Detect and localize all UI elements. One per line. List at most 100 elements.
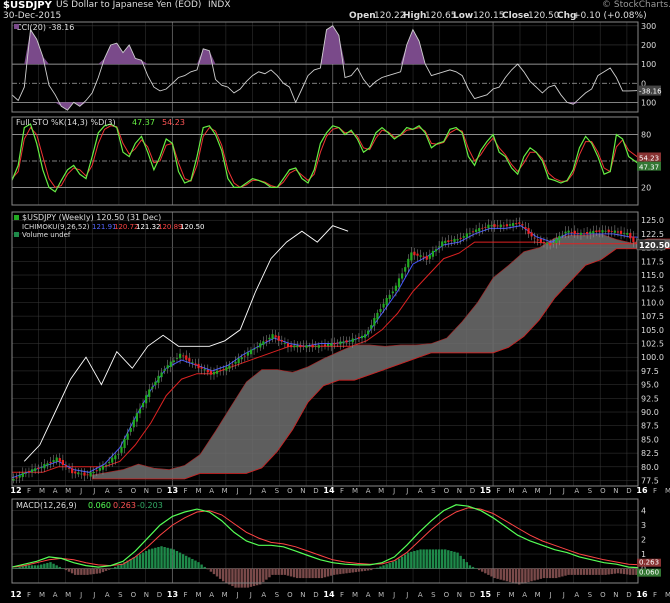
candle-body [154, 381, 157, 386]
histogram-bar [33, 565, 37, 569]
histogram-bar [52, 563, 55, 569]
candle-body [178, 353, 182, 359]
histogram-bar [536, 568, 539, 580]
histogram-bar [320, 568, 324, 579]
histogram-bar [160, 546, 163, 569]
histogram-bar [613, 568, 617, 574]
histogram-bar [570, 568, 573, 575]
histogram-bar [166, 547, 169, 569]
candle-body [363, 334, 367, 338]
histogram-bar [194, 560, 197, 569]
candle-body [83, 472, 86, 476]
candle-body [188, 358, 191, 362]
histogram-bar [292, 568, 296, 578]
histogram-bar [573, 568, 576, 575]
macd-value: 0.060 [88, 501, 111, 510]
histogram-bar [354, 568, 357, 573]
candle-body [555, 238, 558, 244]
candle-body [601, 230, 604, 233]
ichimoku-legend: ICHIMOKU(9,26,52) [22, 223, 90, 231]
month-label: J [549, 487, 552, 495]
candle-body [209, 370, 213, 375]
bottom-month-label: A [522, 591, 527, 599]
candle-body [58, 458, 61, 462]
bottom-month-label: F [27, 591, 31, 599]
candle-body [194, 363, 197, 366]
histogram-bar [505, 568, 509, 582]
histogram-bar [172, 549, 176, 569]
candle-body [34, 468, 37, 472]
price-tick-label: 112.5 [641, 285, 664, 294]
histogram-bar [376, 567, 379, 569]
ichimoku-cloud [91, 233, 670, 480]
candle-body [348, 340, 351, 342]
candle-body [268, 337, 271, 340]
histogram-bar [215, 568, 219, 577]
candle-body [108, 462, 111, 464]
candle-body [296, 345, 299, 348]
candle-body [508, 224, 512, 226]
histogram-bar [539, 568, 543, 579]
histogram-bar [49, 562, 52, 569]
candle-body [422, 256, 425, 258]
candle-body [225, 367, 228, 371]
candle-body [542, 241, 546, 243]
price-tick-label: 95.0 [641, 381, 659, 390]
histogram-bar [422, 549, 425, 569]
histogram-bar [366, 568, 370, 571]
month-label: F [653, 487, 657, 495]
candle-body [471, 231, 475, 233]
macd-signal-last-label: 0.263 [639, 559, 659, 567]
cci-tick-label: 300 [641, 22, 656, 31]
candle-body [558, 235, 561, 241]
histogram-bar [175, 550, 179, 569]
month-label: J [405, 487, 408, 495]
bottom-month-label: N [300, 591, 305, 599]
sto-d-value: 54.23 [162, 118, 185, 127]
histogram-bar [308, 568, 311, 579]
candle-body [367, 330, 370, 335]
histogram-bar [521, 568, 524, 584]
candle-body [55, 457, 58, 462]
histogram-bar [447, 550, 450, 569]
histogram-bar [542, 568, 546, 579]
candle-body [462, 236, 465, 238]
histogram-bar [607, 568, 610, 575]
bottom-month-label: F [497, 591, 501, 599]
candle-body [305, 345, 308, 348]
histogram-bar [579, 568, 583, 575]
candle-body [391, 291, 394, 294]
candle-body [345, 340, 348, 343]
histogram-bar [413, 550, 416, 569]
month-label: N [613, 487, 618, 495]
histogram-bar [92, 568, 95, 575]
histogram-bar [58, 566, 61, 569]
candle-body [524, 227, 527, 229]
price-last-label: 120.50 [639, 241, 670, 250]
macd-tick-label: 3 [641, 521, 646, 530]
bottom-month-label: D [626, 591, 631, 599]
histogram-bar [518, 568, 521, 585]
candle-body [564, 231, 567, 234]
month-label: A [418, 487, 423, 495]
month-label: F [497, 487, 501, 495]
candle-body [89, 472, 92, 477]
candle-body [527, 228, 530, 234]
candle-body [512, 223, 515, 226]
histogram-bar [610, 568, 613, 575]
candle-body [166, 365, 169, 369]
histogram-bar [592, 568, 595, 575]
candle-body [410, 252, 413, 261]
histogram-bar [70, 568, 74, 574]
candle-body [487, 224, 490, 229]
month-label: J [236, 487, 239, 495]
cci-line [11, 25, 639, 111]
candle-body [271, 334, 274, 340]
candle-body [416, 253, 419, 256]
histogram-bar [225, 568, 228, 583]
sto-legend: Full STO %K(14,3) %D(3) [16, 118, 116, 127]
candle-body [623, 232, 626, 234]
candle-body [502, 225, 505, 227]
histogram-bar [530, 568, 533, 582]
candle-body [382, 303, 385, 308]
